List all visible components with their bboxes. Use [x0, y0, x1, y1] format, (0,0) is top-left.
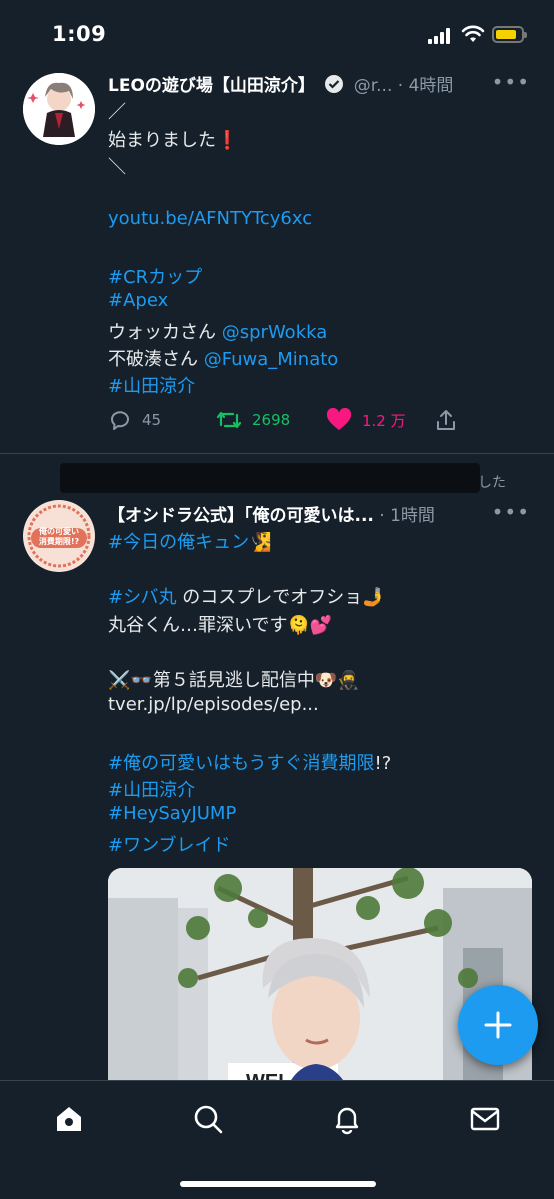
- tweet-line: #今日の俺キュン🧏: [108, 528, 272, 554]
- tweet-link[interactable]: youtu.be/AFNTYTcy6xc: [108, 208, 312, 229]
- reply-count: 45: [142, 411, 162, 429]
- handle: @r...: [353, 76, 393, 96]
- hashtag-link[interactable]: #CRカップ: [108, 263, 202, 289]
- hashtag-link[interactable]: #俺の可愛いはもうすぐ消費期限: [108, 753, 375, 774]
- tweet-link[interactable]: tver.jp/lp/episodes/ep...: [108, 694, 319, 715]
- more-options-icon[interactable]: •••: [492, 70, 530, 94]
- battery-icon: [492, 26, 527, 43]
- avatar[interactable]: 俺の可愛い消費期限!?: [23, 500, 95, 572]
- reply-button[interactable]: 45: [108, 408, 161, 432]
- tweet-line: 不破湊さん @Fuwa_Minato: [108, 345, 338, 371]
- tweet-line: tver.jp/lp/episodes/ep...: [108, 694, 319, 715]
- tweet-actions: 45 2698 1.2 万: [0, 408, 554, 438]
- search-icon: [194, 1105, 223, 1134]
- reply-icon: [111, 411, 129, 430]
- redacted-retweet-context: [60, 463, 480, 493]
- mention-link[interactable]: @Fuwa_Minato: [204, 349, 339, 370]
- tweet-line: ⚔️👓第５話見逃し配信中🐶🥷: [108, 670, 360, 691]
- compose-tweet-button[interactable]: [458, 985, 538, 1065]
- tweet-photo[interactable]: WEL: [108, 868, 532, 1098]
- mail-icon: [470, 1107, 500, 1131]
- photo-illustration: WEL: [108, 868, 532, 1098]
- retweet-context-tail: した: [478, 475, 506, 491]
- timestamp: · 4時間: [397, 76, 454, 96]
- tweet-header: LEOの遊び場【山田涼介】 @r... · 4時間: [108, 71, 453, 96]
- hashtag-link[interactable]: #ワンブレイド: [108, 831, 231, 857]
- heart-icon: [326, 408, 352, 430]
- hashtag-link[interactable]: #今日の俺キュン: [108, 532, 249, 553]
- bell-icon: [335, 1107, 359, 1135]
- mention-prefix: ウォッカさん: [108, 322, 222, 343]
- tweet-line: 丸谷くん…罪深いです🫠💕: [108, 615, 333, 636]
- tab-notifications[interactable]: [327, 1099, 367, 1139]
- tab-messages[interactable]: [465, 1099, 505, 1139]
- tweet-header: 【オシドラ公式】「俺の可愛いは... · 1時間: [108, 501, 435, 526]
- share-icon: [437, 410, 455, 430]
- hashtag-link[interactable]: #山田涼介: [108, 776, 195, 802]
- tweet-line: 始まりました❗: [108, 130, 239, 151]
- tab-home[interactable]: [49, 1099, 89, 1139]
- status-bar: 1:09: [0, 0, 554, 70]
- compose-plus-icon: [484, 1011, 512, 1039]
- tab-search[interactable]: [188, 1099, 228, 1139]
- tweet-text: のコスプレでオフショ🤳: [176, 587, 385, 608]
- display-name[interactable]: LEOの遊び場【山田涼介】: [108, 76, 315, 96]
- avatar[interactable]: [23, 73, 95, 145]
- avatar-illustration-icon: [23, 73, 95, 145]
- share-button[interactable]: [434, 408, 468, 432]
- more-options-icon[interactable]: •••: [492, 500, 530, 524]
- tweet-line: ／: [108, 102, 126, 123]
- timestamp: · 1時間: [379, 506, 435, 526]
- display-name[interactable]: 【オシドラ公式】「俺の可愛いは...: [108, 506, 374, 526]
- cell-signal-icon: [428, 28, 456, 44]
- tweet-line: #俺の可愛いはもうすぐ消費期限!?: [108, 749, 391, 775]
- home-indicator: [180, 1181, 376, 1187]
- mention-link[interactable]: @sprWokka: [222, 322, 328, 343]
- hashtag-link[interactable]: #山田涼介: [108, 372, 195, 398]
- wifi-icon: [461, 25, 485, 42]
- tweet-line: #シバ丸 のコスプレでオフショ🤳: [108, 583, 385, 609]
- retweet-count: 2698: [252, 411, 291, 429]
- verified-icon: [325, 75, 344, 93]
- avatar-label: 俺の可愛い消費期限!?: [38, 527, 80, 546]
- hashtag-link[interactable]: #HeySayJUMP: [108, 803, 236, 824]
- tweet-emoji: 🧏: [249, 532, 272, 553]
- status-time: 1:09: [52, 22, 107, 46]
- like-button[interactable]: 1.2 万: [326, 408, 406, 432]
- hashtag-link[interactable]: #シバ丸: [108, 587, 177, 608]
- like-count: 1.2 万: [362, 411, 406, 430]
- hashtag-link[interactable]: #Apex: [108, 290, 168, 311]
- mention-prefix: 不破湊さん: [108, 349, 204, 370]
- retweet-icon: [216, 411, 242, 429]
- tweet-line: ウォッカさん @sprWokka: [108, 318, 327, 344]
- tweet-line: ＼: [108, 157, 126, 178]
- home-icon: [57, 1107, 81, 1131]
- tweet-divider: [0, 453, 554, 454]
- retweet-button[interactable]: 2698: [216, 408, 290, 432]
- tweet-text: !?: [374, 753, 392, 774]
